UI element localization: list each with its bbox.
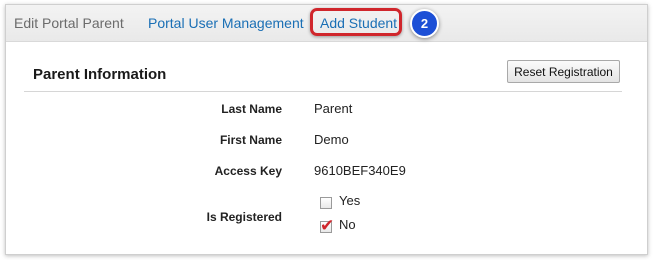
access-key-label: Access Key — [214, 164, 282, 178]
parent-information-panel: Parent Information Reset Registration La… — [24, 58, 624, 248]
page-frame: Edit Portal Parent Portal User Managemen… — [5, 4, 648, 255]
registered-yes-label: Yes — [339, 193, 361, 208]
registered-no-checkbox[interactable]: ✔ — [320, 217, 334, 234]
registered-yes-checkbox[interactable] — [320, 197, 332, 209]
last-name-value: Parent — [314, 101, 353, 116]
checkmark-icon: ✔ — [320, 216, 335, 235]
panel-title: Parent Information — [33, 66, 167, 83]
access-key-value: 9610BEF340E9 — [314, 163, 406, 178]
panel-divider — [24, 91, 622, 92]
reset-registration-button[interactable]: Reset Registration — [507, 60, 620, 83]
step-number-badge: 2 — [410, 9, 439, 38]
registered-no-label: No — [339, 217, 356, 232]
add-student-highlight — [310, 8, 402, 36]
is-registered-label: Is Registered — [206, 210, 282, 224]
first-name-label: First Name — [219, 133, 282, 147]
tab-bar: Edit Portal Parent Portal User Managemen… — [6, 5, 647, 42]
last-name-label: Last Name — [221, 102, 282, 116]
first-name-value: Demo — [314, 132, 349, 147]
tab-portal-user-management[interactable]: Portal User Management — [148, 15, 304, 31]
tab-edit-portal-parent[interactable]: Edit Portal Parent — [14, 15, 124, 31]
